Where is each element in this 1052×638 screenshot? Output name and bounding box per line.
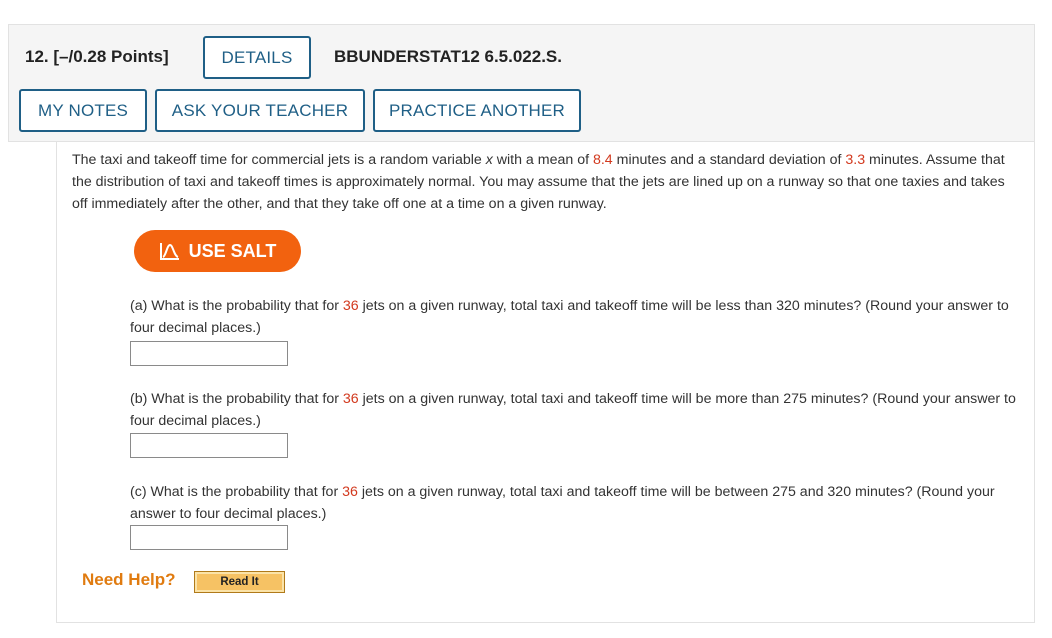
question-number: 12. [25,47,49,66]
part-c-n: 36 [342,484,358,500]
part-b-n: 36 [342,391,359,407]
part-c-text: (c) What is the probability that for 36 … [130,481,1020,525]
read-it-button[interactable]: Read It [194,571,285,593]
points-label: [–/0.28 Points] [53,47,169,66]
details-button[interactable]: DETAILS [203,36,311,79]
part-b-text: (b) What is the probability that for 36 … [130,388,1020,432]
my-notes-button[interactable]: MY NOTES [19,89,147,132]
intro-text-3: minutes and a standard deviation of [612,152,846,168]
part-a-text: (a) What is the probability that for 36 … [130,295,1020,339]
question-intro-text: The taxi and takeoff time for commercial… [72,149,1022,215]
intro-text-2: with a mean of [492,152,593,168]
sd-value: 3.3 [845,152,866,168]
use-salt-button[interactable]: USE SALT [134,230,301,272]
practice-another-button[interactable]: PRACTICE ANOTHER [373,89,581,132]
need-help-label: Need Help? [82,570,176,589]
mean-value: 8.4 [592,152,613,168]
part-b-answer-input[interactable] [130,433,288,458]
part-c-answer-input[interactable] [130,525,288,550]
ask-teacher-button[interactable]: ASK YOUR TEACHER [155,89,365,132]
salt-chart-icon [159,243,179,260]
part-a-answer-input[interactable] [130,341,288,366]
intro-variable: x [485,152,493,168]
question-reference: BBUNDERSTAT12 6.5.022.S. [334,47,562,66]
part-c-pre: (c) What is the probability that for [130,484,343,500]
intro-text-1: The taxi and takeoff time for commercial… [72,152,486,168]
question-header: 12. [–/0.28 Points] DETAILS BBUNDERSTAT1… [8,24,1035,142]
use-salt-label: USE SALT [188,240,277,261]
part-a-n: 36 [342,298,359,314]
part-a-pre: (a) What is the probability that for [130,298,343,314]
question-number-and-points: 12. [–/0.28 Points] [25,47,169,67]
part-b-pre: (b) What is the probability that for [130,391,343,407]
